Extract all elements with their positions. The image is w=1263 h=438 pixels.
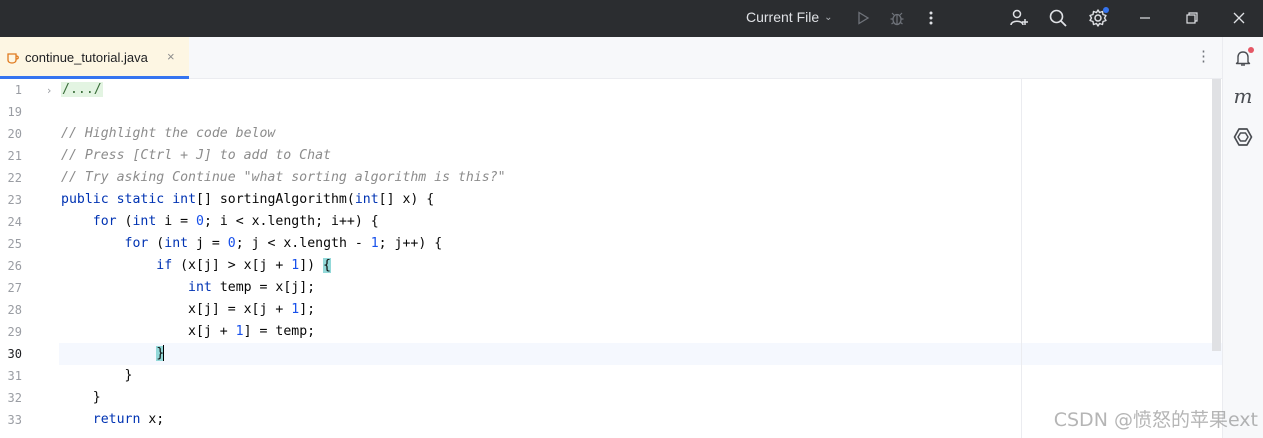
search-icon[interactable]: [1046, 6, 1070, 30]
right-margin-guide: [1021, 79, 1022, 438]
text-caret: [163, 345, 165, 361]
line-number: 28: [7, 303, 22, 317]
code-line: }: [61, 368, 133, 383]
more-vertical-icon[interactable]: ⋮: [1196, 49, 1211, 64]
line-number: 33: [7, 413, 22, 427]
code-line: if (x[j] > x[j + 1]) {: [156, 258, 331, 273]
java-file-icon: [6, 50, 20, 69]
code-line: x[j] = x[j + 1];: [61, 302, 316, 317]
line-number-current: 30: [7, 347, 22, 361]
run-configuration-label: Current File: [746, 9, 820, 25]
right-tool-strip: m: [1222, 37, 1263, 438]
line-number: 31: [7, 369, 22, 383]
code-line: // Press [Ctrl + J] to add to Chat: [61, 148, 331, 163]
code-line: x[j + 1] = temp;: [61, 324, 316, 339]
code-line: public static int[] sortingAlgorithm(int…: [61, 192, 435, 207]
maven-icon[interactable]: m: [1232, 84, 1254, 108]
restore-icon[interactable]: [1180, 6, 1204, 30]
notifications-icon[interactable]: [1232, 47, 1254, 69]
code-line: }: [61, 390, 101, 405]
line-number: 1: [14, 83, 22, 97]
run-configuration-selector[interactable]: Current File ⌄: [746, 9, 833, 25]
line-number: 23: [7, 193, 22, 207]
line-number: 29: [7, 325, 22, 339]
code-line: for (int j = 0; j < x.length - 1; j++) {: [124, 236, 443, 251]
code-line: }: [156, 345, 165, 361]
code-line: int temp = x[j];: [188, 280, 316, 295]
continue-icon[interactable]: [1232, 126, 1254, 148]
tab-close-icon[interactable]: ×: [167, 49, 175, 64]
line-number: 27: [7, 281, 22, 295]
line-number: 22: [7, 171, 22, 185]
code-line: // Highlight the code below: [61, 126, 276, 141]
line-number: 26: [7, 259, 22, 273]
fold-expand-icon[interactable]: ›: [47, 84, 51, 97]
code-line: /.../: [61, 82, 103, 97]
current-line-highlight: [59, 343, 1222, 365]
code-line: for (int i = 0; i < x.length; i++) {: [92, 214, 379, 229]
debug-icon[interactable]: [885, 6, 909, 30]
line-number: 25: [7, 237, 22, 251]
notification-badge: [1248, 47, 1254, 53]
vertical-scrollbar[interactable]: [1212, 79, 1221, 351]
title-bar: Current File ⌄: [0, 0, 1263, 37]
chevron-down-icon: ⌄: [824, 11, 833, 23]
code-line: return x;: [92, 412, 165, 427]
tab-continue-tutorial-java[interactable]: continue_tutorial.java ×: [0, 37, 189, 79]
minimize-icon[interactable]: [1133, 6, 1157, 30]
add-user-icon[interactable]: [1007, 6, 1031, 30]
close-icon[interactable]: [1227, 6, 1251, 30]
line-number: 20: [7, 127, 22, 141]
watermark: CSDN @愤怒的苹果ext: [1053, 409, 1258, 431]
more-vertical-icon[interactable]: [919, 6, 943, 30]
editor-tab-bar: continue_tutorial.java × ⋮: [0, 37, 1222, 79]
settings-update-badge: [1103, 7, 1109, 13]
line-number: 32: [7, 391, 22, 405]
code-line: // Try asking Continue "what sorting alg…: [61, 170, 506, 185]
code-editor[interactable]: 1 19 20 21 22 23 24 25 26 27 28 29 30 31…: [0, 79, 1222, 438]
run-icon[interactable]: [851, 6, 875, 30]
line-number: 21: [7, 149, 22, 163]
tab-label: continue_tutorial.java: [25, 50, 148, 65]
settings-icon[interactable]: [1086, 6, 1110, 30]
line-number: 24: [7, 215, 22, 229]
line-number: 19: [7, 105, 22, 119]
